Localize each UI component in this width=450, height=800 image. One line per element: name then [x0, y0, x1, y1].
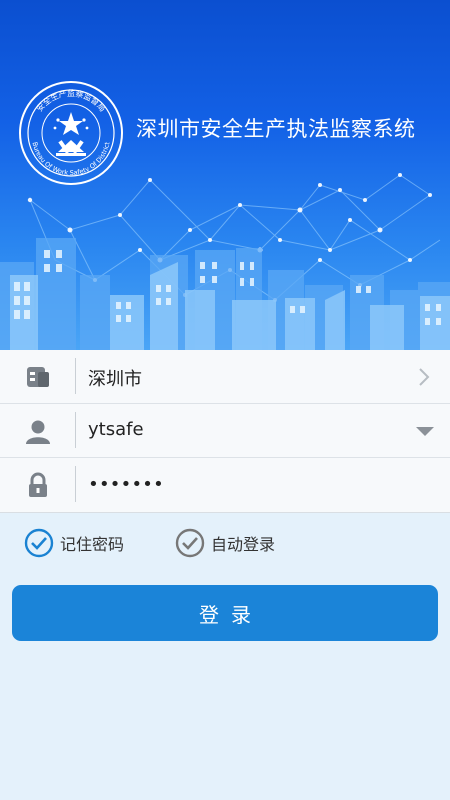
password-row [0, 458, 450, 512]
building-icon [27, 367, 49, 387]
remember-password-label: 记住密码 [60, 535, 125, 554]
login-options: 记住密码 自动登录 [0, 512, 450, 578]
field-separator [75, 358, 76, 394]
username-field[interactable]: ytsafe [88, 419, 144, 440]
remember-password-checkbox[interactable]: 记住密码 [24, 528, 124, 558]
check-circle-icon [175, 528, 205, 558]
login-button[interactable]: 登录 [12, 585, 438, 641]
chevron-right-icon [419, 368, 430, 386]
city-value: 深圳市 [88, 369, 142, 390]
svg-text:安全生产监察监督局: 安全生产监察监督局 [34, 88, 107, 113]
header-banner: 安全生产监察监督局 Bureau Of Work Safety Of Distr… [0, 0, 450, 350]
auto-login-label: 自动登录 [211, 535, 276, 554]
login-form: 深圳市 ytsafe [0, 350, 450, 513]
city-selector[interactable]: 深圳市 [0, 350, 450, 404]
check-circle-icon [24, 528, 54, 558]
dropdown-arrow-icon[interactable] [414, 421, 436, 441]
app-title: 深圳市安全生产执法监察系统 [136, 117, 416, 141]
field-separator [75, 412, 76, 448]
user-icon [26, 420, 50, 444]
bureau-emblem-logo: 安全生产监察监督局 Bureau Of Work Safety Of Distr… [19, 81, 123, 185]
auto-login-checkbox[interactable]: 自动登录 [175, 528, 275, 558]
lock-icon [29, 472, 47, 497]
username-row: ytsafe [0, 404, 450, 458]
password-field[interactable] [86, 469, 390, 499]
field-separator [75, 466, 76, 502]
